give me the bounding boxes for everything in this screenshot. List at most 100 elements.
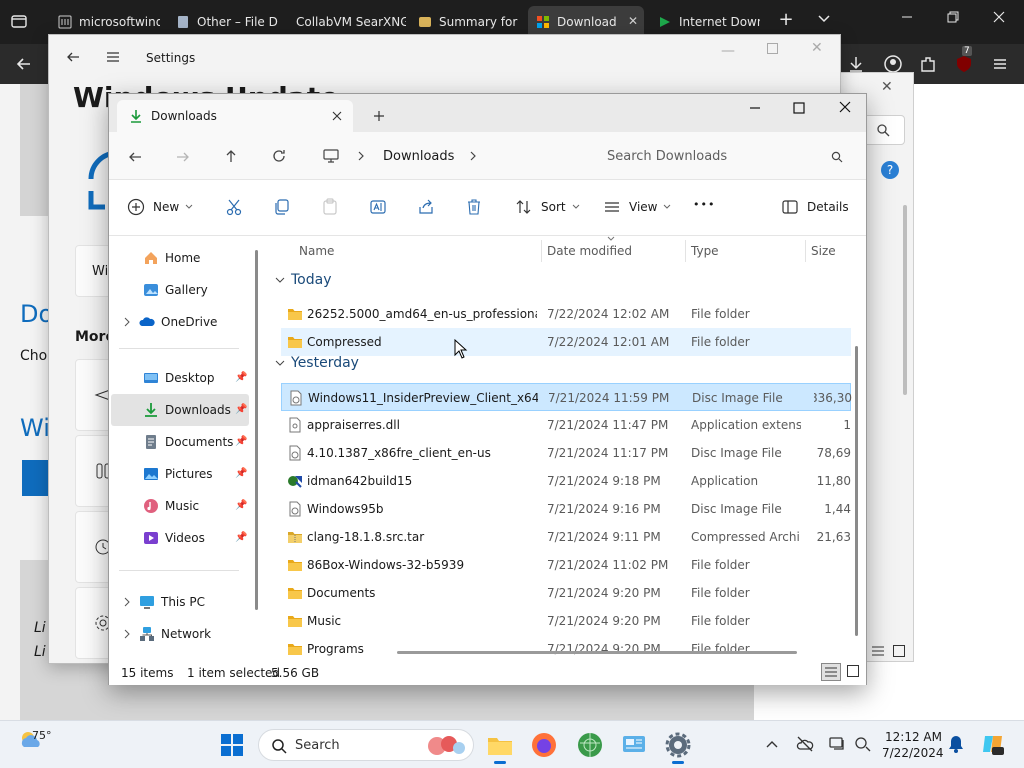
menu-icon[interactable] — [990, 54, 1010, 74]
network-status-icon[interactable] — [854, 735, 872, 753]
group-header-today[interactable]: Today — [275, 272, 332, 288]
vertical-scrollbar[interactable] — [855, 346, 858, 636]
column-header-date[interactable]: Date modified — [547, 244, 632, 258]
file-row[interactable]: Music 7/21/2024 9:20 PM File folder — [281, 607, 851, 635]
forward-arrow-icon[interactable] — [175, 149, 191, 165]
pin-icon[interactable]: 📌 — [235, 532, 247, 544]
display-icon[interactable] — [828, 735, 846, 753]
ublock-icon[interactable]: 7 — [954, 46, 974, 74]
firefox-taskbar-icon[interactable] — [530, 731, 558, 759]
back-icon[interactable] — [14, 54, 34, 74]
close-icon[interactable] — [839, 101, 851, 113]
tab-list-chevron-icon[interactable] — [816, 10, 836, 26]
nav-item-gallery[interactable]: Gallery — [111, 274, 249, 306]
nav-scrollbar[interactable] — [255, 250, 258, 610]
account-icon[interactable] — [883, 54, 903, 74]
close-tab-icon[interactable] — [331, 110, 343, 122]
new-button[interactable]: New — [127, 198, 193, 216]
hamburger-menu-icon[interactable] — [105, 49, 121, 65]
copy-icon[interactable] — [273, 198, 291, 216]
minimize-icon[interactable]: — — [721, 43, 735, 59]
new-tab-icon[interactable] — [373, 110, 385, 122]
taskbar-search[interactable]: Search — [258, 729, 474, 761]
delete-icon[interactable] — [465, 198, 483, 216]
tab-actions-icon[interactable] — [10, 12, 30, 32]
up-arrow-icon[interactable] — [223, 148, 239, 164]
close-icon[interactable]: ✕ — [811, 40, 823, 56]
column-divider[interactable] — [685, 240, 686, 262]
more-options-button[interactable]: ••• — [693, 198, 715, 211]
settings-taskbar-icon[interactable] — [664, 731, 692, 764]
copilot-icon[interactable] — [980, 731, 1006, 757]
scrollbar[interactable] — [903, 205, 907, 395]
nav-item-music[interactable]: Music 📌 — [111, 490, 249, 522]
chevron-up-icon[interactable] — [766, 739, 778, 749]
column-divider[interactable] — [541, 240, 542, 262]
chevron-right-icon[interactable] — [469, 151, 477, 161]
column-header-type[interactable]: Type — [691, 244, 719, 258]
close-tab-icon[interactable]: ✕ — [628, 14, 638, 28]
pin-icon[interactable]: 📌 — [235, 436, 247, 448]
expand-chevron-icon[interactable] — [123, 597, 131, 607]
notification-bell-icon[interactable] — [948, 735, 964, 753]
nav-item-downloads[interactable]: Downloads 📌 — [111, 394, 249, 426]
restore-browser-icon[interactable] — [946, 10, 966, 24]
address-bar[interactable]: Downloads — [309, 140, 581, 172]
file-row[interactable]: 26252.5000_amd64_en-us_professional_d...… — [281, 300, 851, 328]
horizontal-scrollbar[interactable] — [397, 651, 797, 654]
file-row[interactable]: Documents 7/21/2024 9:20 PM File folder — [281, 579, 851, 607]
pin-icon[interactable]: 📌 — [235, 372, 247, 384]
nav-item-home[interactable]: Home — [111, 242, 249, 274]
extensions-icon[interactable] — [918, 54, 938, 74]
globe-taskbar-icon[interactable] — [576, 731, 604, 759]
file-row[interactable]: appraiserres.dll 7/21/2024 11:47 PM Applic… — [281, 411, 851, 439]
pin-icon[interactable]: 📌 — [235, 468, 247, 480]
start-button[interactable] — [218, 731, 246, 759]
file-row[interactable]: 4.10.1387_x86fre_client_en-us 7/21/2024 1… — [281, 439, 851, 467]
close-icon[interactable]: ✕ — [881, 79, 893, 95]
column-header-size[interactable]: Size — [811, 244, 836, 258]
cut-icon[interactable] — [225, 198, 243, 216]
details-view-icon[interactable] — [871, 645, 885, 657]
details-view-toggle[interactable] — [821, 663, 841, 681]
file-row[interactable]: clang-18.1.8.src.tar 7/21/2024 9:11 PM Com… — [281, 523, 851, 551]
file-explorer-taskbar-icon[interactable] — [486, 731, 514, 764]
nav-item-network[interactable]: Network — [111, 618, 249, 650]
tiles-view-icon[interactable] — [893, 645, 905, 657]
onedrive-offline-icon[interactable] — [796, 735, 814, 753]
sort-button[interactable]: Sort — [515, 198, 580, 216]
weather-widget[interactable]: 75° — [18, 729, 78, 763]
minimize-icon[interactable] — [749, 102, 761, 114]
search-box[interactable] — [861, 115, 905, 145]
share-icon[interactable] — [417, 198, 435, 216]
nav-item-desktop[interactable]: Desktop 📌 — [111, 362, 249, 394]
file-row[interactable]: Windows11_InsiderPreview_Client_x64_e...… — [281, 383, 852, 411]
expand-chevron-icon[interactable] — [123, 629, 131, 639]
paste-icon[interactable] — [321, 198, 339, 216]
pin-icon[interactable]: 📌 — [235, 404, 247, 416]
help-icon[interactable]: ? — [881, 161, 899, 179]
page-blue-button[interactable] — [22, 460, 48, 496]
nav-item-pictures[interactable]: Pictures 📌 — [111, 458, 249, 490]
search-box[interactable]: Search Downloads — [593, 140, 851, 172]
maximize-icon[interactable] — [767, 43, 778, 54]
pin-icon[interactable]: 📌 — [235, 500, 247, 512]
control-panel-taskbar-icon[interactable] — [620, 731, 648, 759]
downloads-icon[interactable] — [846, 54, 866, 74]
rename-icon[interactable] — [369, 198, 387, 216]
minimize-browser-icon[interactable] — [900, 10, 920, 24]
maximize-icon[interactable] — [793, 102, 805, 114]
address-segment[interactable]: Downloads — [383, 149, 454, 164]
group-header-yesterday[interactable]: Yesterday — [275, 355, 359, 371]
back-arrow-icon[interactable] — [127, 149, 143, 165]
nav-item-videos[interactable]: Videos 📌 — [111, 522, 249, 554]
details-button[interactable]: Details — [781, 198, 849, 216]
file-row[interactable]: Programs 7/21/2024 9:20 PM File folder — [281, 635, 851, 661]
nav-item-onedrive[interactable]: OneDrive — [111, 306, 249, 338]
column-header-name[interactable]: Name — [299, 244, 334, 258]
column-divider[interactable] — [805, 240, 806, 262]
tiles-view-toggle[interactable] — [847, 665, 859, 677]
clock[interactable]: 12:12 AM 7/22/2024 — [882, 729, 944, 761]
new-tab-button[interactable]: + — [776, 9, 796, 30]
refresh-icon[interactable] — [271, 148, 287, 164]
